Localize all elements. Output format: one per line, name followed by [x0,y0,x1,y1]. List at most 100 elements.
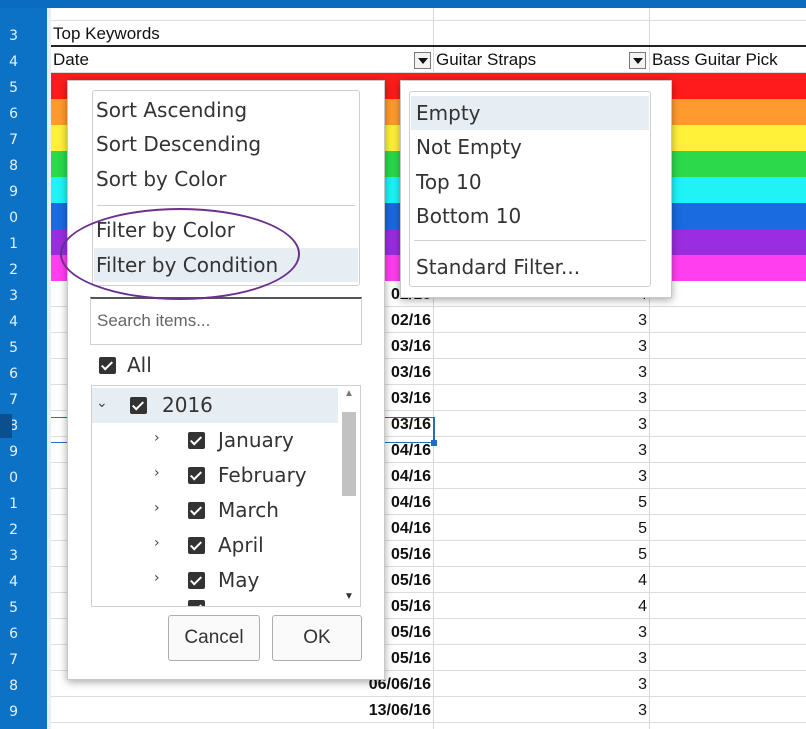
guitar-straps-cell[interactable]: 5 [447,494,647,512]
row-number[interactable]: 7 [0,653,18,667]
menu-item-bottom-10[interactable]: Bottom 10 [411,199,649,233]
column-header-bass-guitar-pick[interactable]: Bass Guitar Pick [652,50,778,70]
guitar-straps-cell[interactable]: 3 [447,624,647,642]
row-header-column[interactable]: 345678901234567890123456789 [0,8,47,729]
row-number[interactable]: 1 [0,497,18,511]
guitar-straps-cell[interactable]: 3 [447,338,647,356]
checkbox-partial[interactable] [188,600,205,606]
row-number[interactable]: 8 [0,159,18,173]
menu-item-sort-ascending[interactable]: Sort Ascending [94,93,358,127]
sheet-title-cell[interactable]: Top Keywords [53,24,160,44]
row-number[interactable]: 6 [0,627,18,641]
guitar-straps-cell[interactable]: 5 [447,520,647,538]
menu-item-standard-filter[interactable]: Standard Filter... [411,250,649,284]
tree-item-february[interactable]: › February [92,458,338,493]
cancel-button[interactable]: Cancel [168,615,260,661]
row-number[interactable]: 7 [0,133,18,147]
menu-separator [97,205,355,206]
menu-item-filter-by-condition[interactable]: Filter by Condition [94,248,358,282]
scroll-thumb[interactable] [342,412,356,496]
menu-item-filter-by-color[interactable]: Filter by Color [94,213,358,247]
checkbox-april[interactable] [188,537,205,554]
row-divider [51,20,806,21]
scroll-down-icon[interactable]: ▼ [344,591,354,602]
guitar-straps-cell[interactable]: 3 [447,650,647,668]
guitar-straps-cell[interactable]: 4 [447,598,647,616]
tree-item-april[interactable]: › April [92,528,338,563]
tree-label-may: May [218,568,260,592]
chevron-right-icon[interactable]: › [154,535,160,551]
row-number[interactable]: 3 [0,289,18,303]
fill-handle[interactable] [431,440,437,446]
row-number[interactable]: 8 [0,679,18,693]
menu-item-sort-descending[interactable]: Sort Descending [94,127,358,161]
row-number[interactable]: 9 [0,705,18,719]
date-filter-dropdown-button[interactable] [414,52,431,69]
scroll-up-icon[interactable]: ▲ [344,388,354,399]
row-number[interactable]: 9 [0,445,18,459]
condition-menu: Empty Not Empty Top 10 Bottom 10 Standar… [409,91,651,287]
guitar-straps-cell[interactable]: 3 [447,442,647,460]
date-cell[interactable]: 13/06/16 [301,702,431,720]
guitar-straps-cell[interactable]: 3 [447,364,647,382]
row-number[interactable]: 4 [0,315,18,329]
selected-row-marker [0,414,12,438]
checkbox-2016[interactable] [130,397,147,414]
all-checkbox[interactable] [99,357,116,374]
menu-item-not-empty[interactable]: Not Empty [411,130,649,164]
tree-item-2016[interactable]: ⌄ 2016 [92,388,338,423]
search-items-input[interactable]: Search items... [90,297,362,345]
guitar-straps-cell[interactable]: 3 [447,390,647,408]
row-number[interactable]: 2 [0,523,18,537]
column-header-guitar-straps[interactable]: Guitar Straps [436,50,536,70]
row-number[interactable]: 0 [0,471,18,485]
menu-item-empty[interactable]: Empty [411,96,649,130]
row-number[interactable]: 3 [0,549,18,563]
menu-item-sort-by-color[interactable]: Sort by Color [94,162,358,196]
tree-item-january[interactable]: › January [92,423,338,458]
guitar-straps-cell[interactable]: 3 [447,312,647,330]
guitar-straps-cell[interactable]: 3 [447,676,647,694]
all-label: All [127,353,152,377]
chevron-right-icon[interactable]: › [154,500,160,516]
chevron-right-icon[interactable]: › [154,465,160,481]
guitar-straps-cell[interactable]: 4 [447,572,647,590]
checkbox-january[interactable] [188,432,205,449]
tree-label-february: February [218,463,307,487]
row-number[interactable]: 6 [0,367,18,381]
row-number[interactable]: 5 [0,81,18,95]
header-rule [51,45,806,47]
guitar-straps-cell[interactable]: 3 [447,468,647,486]
tree-item-march[interactable]: › March [92,493,338,528]
tree-item-may[interactable]: › May [92,563,338,598]
row-number[interactable]: 7 [0,393,18,407]
row-number[interactable]: 1 [0,237,18,251]
chevron-down-icon[interactable]: ⌄ [96,395,108,411]
row-number[interactable]: 2 [0,263,18,277]
date-tree-list[interactable]: ⌄ 2016 › January › February › March › Ap… [91,385,361,607]
column-header-date[interactable]: Date [53,50,89,70]
guitar-straps-cell[interactable]: 3 [447,416,647,434]
row-number[interactable]: 4 [0,55,18,69]
chevron-right-icon[interactable]: › [154,430,160,446]
tree-scrollbar[interactable]: ▲ ▼ [339,386,359,606]
checkbox-march[interactable] [188,502,205,519]
row-divider [51,696,806,697]
ok-button[interactable]: OK [272,615,362,661]
row-number[interactable]: 5 [0,601,18,615]
guitar-straps-cell[interactable]: 5 [447,546,647,564]
menu-item-top-10[interactable]: Top 10 [411,165,649,199]
checkbox-february[interactable] [188,467,205,484]
row-number[interactable]: 3 [0,29,18,43]
guitar-straps-filter-dropdown-button[interactable] [629,52,646,69]
sort-filter-menu: Sort Ascending Sort Descending Sort by C… [92,90,360,286]
row-number[interactable]: 5 [0,341,18,355]
tree-label-2016: 2016 [162,393,213,417]
row-number[interactable]: 9 [0,185,18,199]
checkbox-may[interactable] [188,572,205,589]
chevron-right-icon[interactable]: › [154,570,160,586]
guitar-straps-cell[interactable]: 3 [447,702,647,720]
row-number[interactable]: 4 [0,575,18,589]
row-number[interactable]: 0 [0,211,18,225]
row-number[interactable]: 6 [0,107,18,121]
